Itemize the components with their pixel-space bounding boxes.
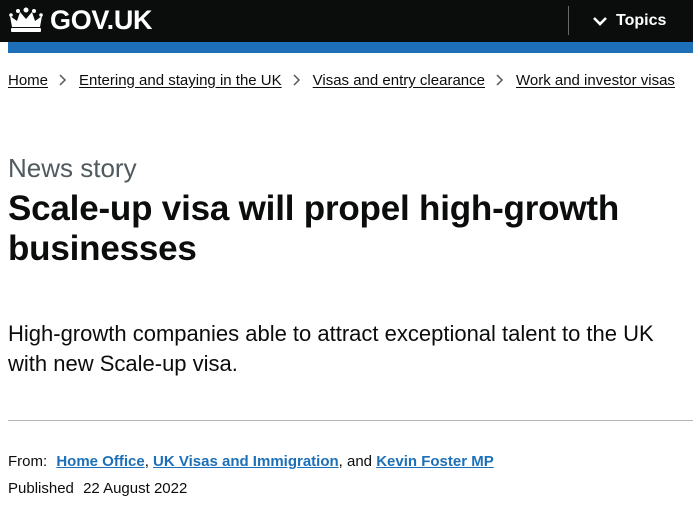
section-divider (8, 420, 693, 421)
chevron-right-icon (293, 74, 300, 86)
site-header: GOV.UK Topics (0, 0, 693, 42)
topics-label: Topics (616, 12, 667, 29)
page-caption: News story (8, 153, 137, 183)
breadcrumb-item: Visas and entry clearance (313, 72, 485, 89)
metadata-from: From: Home Office, UK Visas and Immigrat… (8, 453, 494, 470)
chevron-right-icon (496, 74, 504, 86)
breadcrumb-item: Work and investor visas (516, 72, 675, 89)
org-link-ukvi[interactable]: UK Visas and Immigration (153, 453, 339, 470)
topics-menu-button[interactable]: Topics (592, 8, 666, 34)
breadcrumb-link-work-investor[interactable]: Work and investor visas (516, 72, 675, 89)
org-separator: , (144, 453, 149, 470)
breadcrumb-link-home[interactable]: Home (8, 72, 48, 89)
breadcrumb-item: Home (8, 72, 48, 89)
header-divider (568, 6, 569, 35)
breadcrumb: Home Entering and staying in the UK Visa… (8, 70, 675, 90)
published-label: Published (8, 480, 74, 497)
logo-text: GOV.UK (50, 4, 153, 35)
metadata-published: Published 22 August 2022 (8, 480, 187, 497)
breadcrumb-link-entering-staying[interactable]: Entering and staying in the UK (79, 72, 282, 89)
breadcrumb-link-visas-entry[interactable]: Visas and entry clearance (313, 72, 485, 89)
govuk-logo-link[interactable]: GOV.UK (8, 4, 153, 36)
chevron-down-icon (593, 17, 607, 26)
org-link-kevin-foster[interactable]: Kevin Foster MP (376, 453, 494, 470)
from-label: From: (8, 453, 48, 470)
org-and-text: , and (338, 453, 373, 470)
breadcrumb-item: Entering and staying in the UK (79, 72, 282, 89)
chevron-right-icon (59, 74, 67, 86)
org-link-home-office[interactable]: Home Office (56, 453, 144, 470)
page-title: Scale-up visa will propel high-growth bu… (8, 189, 619, 268)
page-lede: High-growth companies able to attract ex… (8, 321, 654, 376)
published-date: 22 August 2022 (83, 480, 188, 497)
crown-icon (9, 7, 43, 32)
header-accent-bar (8, 42, 693, 53)
